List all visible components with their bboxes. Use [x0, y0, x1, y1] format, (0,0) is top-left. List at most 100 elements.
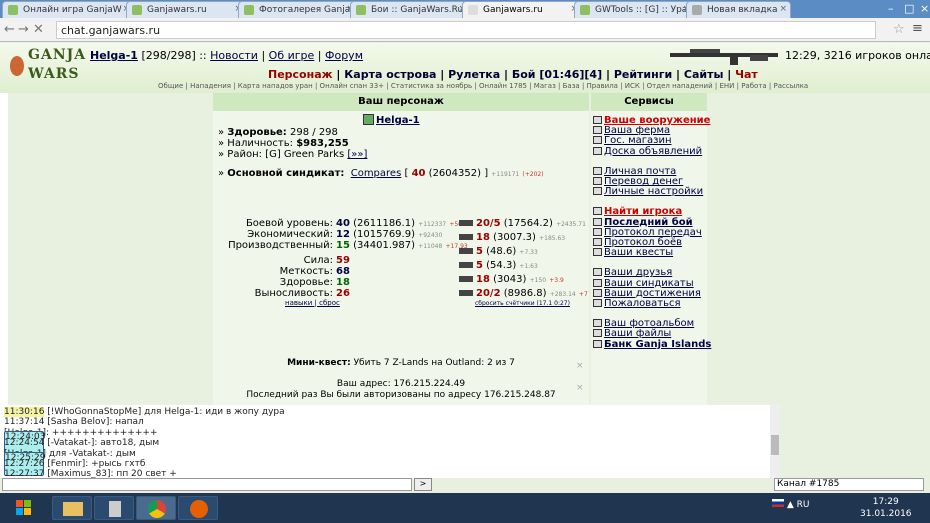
browser-tab[interactable]: Фотогалерея GanjaW×	[238, 1, 358, 18]
right-column	[780, 93, 930, 478]
chat-message: 11:30:16 [!WhoGonnaStopMe] для Helga-1: …	[4, 407, 285, 417]
weapon-row-grenades: 20/2 (8986.8) +283.14 +7	[459, 288, 588, 299]
service-icon	[593, 187, 602, 196]
close-tab-icon[interactable]: ×	[779, 4, 787, 14]
service-icon	[593, 329, 602, 338]
nav-character[interactable]: Персонаж	[268, 68, 333, 81]
skills-reset-links[interactable]: навыки | сброс	[285, 299, 340, 307]
sub-nav[interactable]: Общие | Нападения | Карта нападов уран |…	[158, 82, 808, 90]
channel-select[interactable]: Канал #1785	[774, 478, 924, 491]
browser-tab-active[interactable]: Ganjawars.ru×	[462, 1, 582, 18]
chat-scrollbar[interactable]	[770, 405, 780, 478]
bookmark-star-icon[interactable]: ☆	[893, 22, 905, 37]
nav-ratings[interactable]: Рейтинги	[614, 68, 672, 81]
weapon-row-shotgun: 5 (54.3) +1.63	[459, 260, 538, 271]
chat-time[interactable]: 11:37:14	[4, 417, 44, 427]
pistol-icon	[459, 220, 473, 226]
nav-roulette[interactable]: Рулетка	[448, 68, 500, 81]
district-link[interactable]: [»»]	[347, 149, 367, 160]
username[interactable]: Helga-1	[90, 49, 138, 62]
about-game-link[interactable]: Об игре	[269, 49, 315, 62]
chat-text: [Maximus_83]: пп 20 свет +	[47, 469, 177, 478]
windows-start-icon[interactable]	[4, 496, 44, 520]
chat-input[interactable]	[2, 478, 412, 491]
chat-time[interactable]: 12:24:54	[4, 438, 44, 448]
service-icon	[593, 238, 602, 246]
service-icon	[593, 126, 602, 135]
chat-message: 12:24:54 [-Vatakat-]: авто18, дым	[4, 438, 159, 448]
send-button[interactable]: >	[414, 478, 432, 491]
chat-log: 11:30:16 [!WhoGonnaStopMe] для Helga-1: …	[0, 405, 770, 478]
close-quest-icon[interactable]: ×	[576, 361, 584, 371]
weapon-row-machinegun: 5 (48.6) +7.33	[459, 246, 538, 257]
back-icon[interactable]: ←	[4, 22, 15, 37]
cash-row: » Наличность: $983,255	[218, 138, 349, 149]
browser-tab[interactable]: GWTools :: [G] :: Уран×	[574, 1, 694, 18]
online-info: 12:29, 3216 игроков онлайн	[785, 49, 930, 62]
page: Онлайн игра GanjaW× Ganjawars.ru× Фотога…	[0, 0, 930, 523]
sniper-icon	[459, 276, 473, 282]
address-bar: ← → ✕ chat.ganjawars.ru ☆ ≡	[0, 18, 930, 42]
service-icon	[593, 268, 602, 277]
main-content: Ваш персонаж Helga-1 » Здоровье: 298 / 2…	[0, 93, 770, 405]
ganjawars-logo[interactable]: GANJA WARS	[10, 46, 85, 88]
firefox-icon[interactable]	[178, 496, 218, 520]
endurance-value: 26	[336, 288, 350, 299]
minimize-icon[interactable]: –	[888, 2, 894, 15]
forum-link[interactable]: Форум	[325, 49, 363, 62]
news-link[interactable]: Новости	[210, 49, 258, 62]
production-level-label: Производственный:	[228, 240, 333, 251]
service-link[interactable]: Доска объявлений	[593, 146, 702, 157]
nav-sites[interactable]: Сайты	[684, 68, 724, 81]
reset-counters-link[interactable]: сбросить счётчики (17.1 0:27)	[475, 300, 570, 307]
character-name-link[interactable]: Helga-1	[363, 114, 420, 126]
close-window-icon[interactable]: ×	[920, 2, 929, 15]
chrome-icon[interactable]	[136, 496, 176, 520]
browser-tab[interactable]: Новая вкладка ×	[686, 1, 791, 18]
close-ip-icon[interactable]: ×	[576, 383, 584, 393]
browser-tab[interactable]: Онлайн игра GanjaW×	[2, 1, 134, 18]
service-icon	[593, 288, 602, 297]
service-link[interactable]: Личные настройки	[593, 186, 703, 197]
chat-message: 12:25:29 [Helga-1] для -Vatakat-: дым	[4, 449, 136, 476]
url-input[interactable]: chat.ganjawars.ru	[56, 21, 876, 39]
economic-level-label: Экономический:	[247, 229, 333, 240]
nav-chat[interactable]: Чат	[735, 68, 758, 81]
service-link[interactable]: Банк Ganja Islands	[593, 339, 711, 350]
calculator-icon[interactable]	[94, 496, 134, 520]
clock[interactable]: 17:29 31.01.2016	[860, 496, 912, 520]
maximize-icon[interactable]: □	[904, 2, 914, 15]
stop-icon[interactable]: ✕	[33, 22, 44, 37]
syndicate-link[interactable]: Compares	[351, 168, 402, 179]
chat-time[interactable]: 11:30:16	[4, 407, 45, 417]
browser-tab[interactable]: Бои :: GanjaWars.Ru :×	[350, 1, 470, 18]
economic-level-value: 12 (1015769.9) +92430	[336, 229, 443, 240]
explorer-icon[interactable]	[52, 496, 92, 520]
service-icon	[593, 217, 602, 226]
scroll-thumb[interactable]	[771, 435, 779, 455]
service-icon	[593, 146, 602, 155]
chat-time[interactable]: 12:27:26	[4, 459, 44, 469]
service-icon	[593, 207, 602, 216]
menu-icon[interactable]: ≡	[912, 21, 923, 36]
service-icon	[593, 116, 602, 124]
browser-tab[interactable]: Ganjawars.ru×	[126, 1, 246, 18]
services-panel: Сервисы Ваше вооружение Ваша ферма Гос. ма…	[591, 93, 711, 405]
weapon-row-auto: 18 (3007.3) +185.63	[459, 232, 565, 243]
site-icon	[692, 5, 702, 15]
system-tray: ▲ RU	[772, 499, 810, 510]
health-attr-label: Здоровье:	[279, 277, 333, 288]
site-icon	[8, 5, 18, 15]
forward-icon[interactable]: →	[18, 22, 29, 37]
nav-battle[interactable]: Бой [01:46][4]	[512, 68, 602, 81]
service-link[interactable]: Пожаловаться	[593, 298, 681, 309]
service-icon	[593, 248, 602, 257]
service-link[interactable]: Ваши квесты	[593, 247, 673, 258]
left-edge	[0, 93, 8, 405]
syndicate-row: » Основной синдикат: Compares [ 40 (2604…	[218, 168, 544, 179]
nav-island-map[interactable]: Карта острова	[344, 68, 436, 81]
service-icon	[593, 339, 602, 348]
user-line: Helga-1 [298/298] :: Новости | Об игре |…	[90, 49, 363, 62]
chat-text: [!WhoGonnaStopMe] для Helga-1: иди в жоп…	[47, 407, 285, 417]
chat-time[interactable]: 12:27:37	[4, 469, 44, 478]
